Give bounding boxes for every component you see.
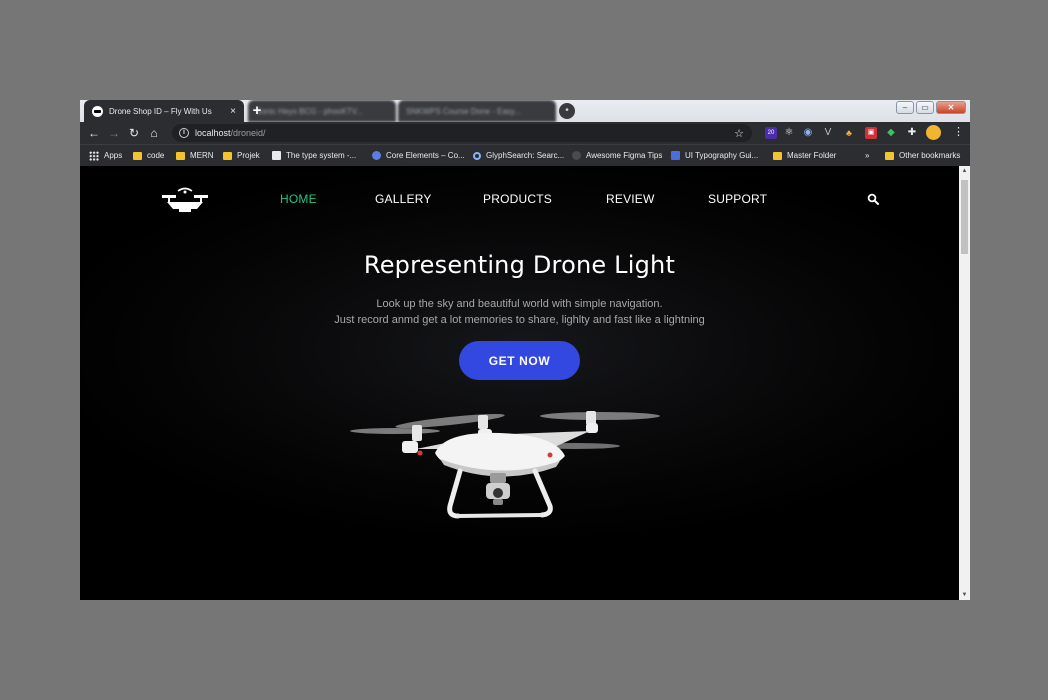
address-bar[interactable]: i localhost/droneid/ ☆ bbox=[172, 124, 752, 142]
browser-window: Drone Shop ID – Fly With Us × Sonic Heyo… bbox=[80, 100, 970, 600]
bookmark-core-elements[interactable]: Core Elements – Co... bbox=[372, 145, 465, 166]
bookmark-label: Other bookmarks bbox=[899, 151, 961, 160]
search-icon bbox=[473, 151, 481, 160]
drone-image bbox=[350, 411, 660, 519]
tab-background-2[interactable]: SNKWPS Course Done - Easy... bbox=[398, 100, 556, 122]
bookmark-ui-typography[interactable]: UI Typography Gui... bbox=[671, 145, 758, 166]
minimize-button[interactable]: – bbox=[896, 101, 914, 114]
bookmark-label: Awesome Figma Tips bbox=[586, 151, 663, 160]
bookmarks-overflow-button[interactable]: » bbox=[865, 145, 869, 166]
bookmark-type-system[interactable]: The type system -... bbox=[272, 145, 356, 166]
bookmark-label: Apps bbox=[104, 151, 123, 160]
folder-icon bbox=[176, 151, 185, 160]
maximize-button[interactable]: ▭ bbox=[916, 101, 934, 114]
bookmark-glyphsearch[interactable]: GlyphSearch: Searc... bbox=[473, 145, 564, 166]
react-devtools-icon[interactable]: ⚛ bbox=[783, 127, 795, 139]
bookmark-label: code bbox=[147, 151, 165, 160]
bookmark-master-folder[interactable]: Master Folder bbox=[773, 145, 836, 166]
bookmark-label: MERN bbox=[190, 151, 214, 160]
nav-products[interactable]: PRODUCTS bbox=[483, 192, 552, 206]
hero-subtitle-line-2: Just record anmd get a lot memories to s… bbox=[334, 314, 705, 326]
extension-circle-icon[interactable]: ◉ bbox=[802, 127, 814, 139]
folder-icon bbox=[773, 151, 782, 160]
tab-background-1[interactable]: Sonic Heyo BCG - phooKTV... bbox=[248, 100, 396, 122]
abc-icon bbox=[671, 151, 680, 160]
search-icon[interactable] bbox=[867, 193, 879, 205]
bookmark-star-icon[interactable]: ☆ bbox=[734, 127, 744, 140]
nav-gallery[interactable]: GALLERY bbox=[375, 192, 432, 206]
drone-logo-icon[interactable] bbox=[160, 186, 210, 212]
profile-avatar[interactable] bbox=[926, 125, 941, 140]
bookmark-label: Master Folder bbox=[787, 151, 837, 160]
bookmark-other[interactable]: Other bookmarks bbox=[885, 145, 960, 166]
tab-title: Drone Shop ID – Fly With Us bbox=[109, 106, 212, 116]
reload-icon[interactable]: ↻ bbox=[124, 126, 144, 140]
extension-cat-icon[interactable]: ♣ bbox=[843, 127, 855, 139]
hero-subtitle-line-1: Look up the sky and beautiful world with… bbox=[376, 298, 663, 310]
nav-home[interactable]: HOME bbox=[280, 192, 317, 206]
bookmark-mern[interactable]: MERN bbox=[176, 145, 214, 166]
new-tab-button[interactable]: + bbox=[248, 102, 266, 120]
extensions-puzzle-icon[interactable]: ✚ bbox=[906, 127, 918, 139]
address-path: /droneid/ bbox=[230, 128, 266, 138]
window-controls: – ▭ ✕ bbox=[896, 101, 966, 114]
folder-icon bbox=[133, 151, 142, 160]
bookmark-label: Projek bbox=[237, 151, 260, 160]
bookmark-label: UI Typography Gui... bbox=[685, 151, 759, 160]
drone-favicon-icon bbox=[92, 105, 103, 117]
scrollbar-thumb[interactable] bbox=[961, 180, 968, 254]
bookmark-projek[interactable]: Projek bbox=[223, 145, 260, 166]
back-icon[interactable]: ← bbox=[84, 126, 104, 140]
nav-review[interactable]: REVIEW bbox=[606, 192, 655, 206]
nav-support[interactable]: SUPPORT bbox=[708, 192, 767, 206]
extension-green-icon[interactable]: ◆ bbox=[885, 127, 897, 139]
site-info-icon[interactable]: i bbox=[179, 128, 189, 138]
tab-drone-shop[interactable]: Drone Shop ID – Fly With Us × bbox=[84, 100, 244, 122]
home-icon[interactable]: ⌂ bbox=[144, 126, 164, 140]
page-scrollbar[interactable]: ▲ ▼ bbox=[959, 166, 970, 600]
tab-title: SNKWPS Course Done - Easy... bbox=[406, 106, 521, 116]
forward-icon[interactable]: → bbox=[104, 126, 124, 140]
scroll-down-icon[interactable]: ▼ bbox=[959, 592, 970, 598]
figma-icon bbox=[572, 151, 581, 160]
bookmark-label: Core Elements – Co... bbox=[386, 151, 465, 160]
get-now-button[interactable]: GET NOW bbox=[459, 341, 580, 380]
tab-search-icon[interactable]: • bbox=[559, 103, 575, 119]
tab-close-icon[interactable]: × bbox=[230, 106, 236, 117]
address-host: localhost bbox=[195, 128, 231, 138]
folder-icon bbox=[885, 151, 894, 160]
page-viewport: HOME GALLERY PRODUCTS REVIEW SUPPORT Rep… bbox=[80, 166, 970, 600]
page-icon bbox=[272, 151, 281, 160]
bookmark-code[interactable]: code bbox=[133, 145, 164, 166]
folder-icon bbox=[223, 151, 232, 160]
hero-title: Representing Drone Light bbox=[363, 251, 676, 279]
close-window-button[interactable]: ✕ bbox=[936, 101, 966, 114]
tab-title: Sonic Heyo BCG - phooKTV... bbox=[256, 106, 363, 116]
menu-kebab-icon[interactable]: ⋮ bbox=[953, 125, 964, 138]
bookmarks-bar: Apps code MERN Projek The type system -.… bbox=[80, 144, 970, 166]
extension-red-icon[interactable]: ▣ bbox=[865, 127, 877, 139]
extension-badge-icon[interactable]: 20 bbox=[765, 127, 777, 139]
vue-devtools-icon[interactable]: V bbox=[822, 127, 834, 139]
tab-strip: Drone Shop ID – Fly With Us × Sonic Heyo… bbox=[80, 100, 970, 122]
apps-grid-icon bbox=[89, 150, 99, 161]
bookmark-figma-tips[interactable]: Awesome Figma Tips bbox=[572, 145, 662, 166]
bookmark-apps[interactable]: Apps bbox=[89, 145, 122, 166]
browser-toolbar: ← → ↻ ⌂ i localhost/droneid/ ☆ 20 ⚛ ◉ V … bbox=[80, 122, 970, 144]
bookmark-label: GlyphSearch: Searc... bbox=[486, 151, 565, 160]
scroll-up-icon[interactable]: ▲ bbox=[959, 168, 970, 174]
bookmark-label: The type system -... bbox=[286, 151, 357, 160]
globe-icon bbox=[372, 151, 381, 160]
